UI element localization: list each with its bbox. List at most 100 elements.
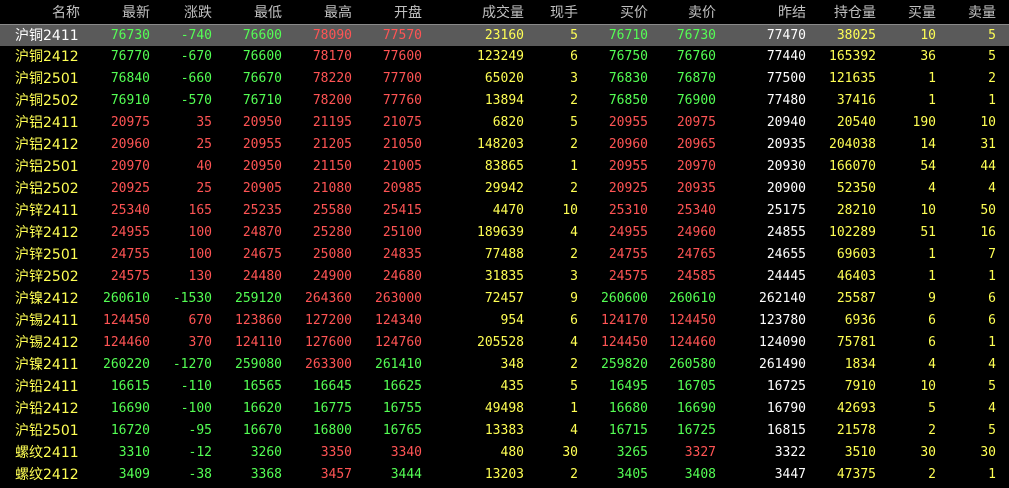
cell-name: 螺纹2411 [15, 445, 79, 461]
cell-bid-volume: 10 [920, 379, 936, 394]
table-row[interactable]: 沪铜2411 76730 -740 76600 78090 77570 23160 5 7671… [0, 24, 1009, 46]
col-header-open-interest[interactable]: 持仓量 [806, 3, 876, 25]
cell-last: 16720 [110, 423, 150, 438]
cell-open-interest: 28210 [836, 203, 876, 218]
cell-change: -660 [180, 71, 212, 86]
col-header-current-lot[interactable]: 现手 [524, 3, 578, 25]
table-row[interactable]: 沪铝2411 20975 35 20950 21195 21075 6820 5 20955 20… [0, 112, 1009, 134]
cell-name: 沪铅2501 [15, 423, 79, 439]
table-row[interactable]: 沪铅2501 16720 -95 16670 16800 16765 13383 4 16715… [0, 420, 1009, 442]
table-row[interactable]: 沪镍2411 260220 -1270 259080 263300 261410 348 2 2… [0, 354, 1009, 376]
cell-bid: 76710 [608, 28, 648, 43]
cell-ask: 3408 [684, 467, 716, 482]
cell-name: 沪铝2412 [15, 137, 79, 153]
cell-low: 3368 [250, 467, 282, 482]
cell-prev-settle: 124090 [759, 335, 806, 350]
cell-volume: 4470 [492, 203, 524, 218]
cell-change: -1270 [172, 357, 212, 372]
cell-ask-volume: 5 [988, 379, 996, 394]
cell-volume: 480 [500, 445, 524, 460]
col-header-change[interactable]: 涨跌 [150, 3, 212, 25]
cell-bid: 20960 [608, 137, 648, 152]
cell-volume: 954 [500, 313, 524, 328]
cell-bid: 3405 [616, 467, 648, 482]
table-row[interactable]: 沪镍2412 260610 -1530 259120 264360 263000 72457… [0, 288, 1009, 310]
col-header-volume[interactable]: 成交量 [422, 3, 524, 25]
cell-high: 78090 [312, 28, 352, 43]
cell-open-interest: 204038 [829, 137, 876, 152]
cell-prev-settle: 16815 [766, 423, 806, 438]
table-row[interactable]: 沪锌2502 24575 130 24480 24900 24680 31835 3 24575… [0, 266, 1009, 288]
cell-volume: 31835 [484, 269, 524, 284]
cell-open-interest: 52350 [836, 181, 876, 196]
cell-volume: 13383 [484, 423, 524, 438]
cell-ask-volume: 5 [988, 28, 996, 43]
cell-bid: 25310 [608, 203, 648, 218]
cell-ask: 124460 [669, 335, 716, 350]
cell-last: 76910 [110, 93, 150, 108]
cell-ask: 16690 [676, 401, 716, 416]
cell-open: 3340 [390, 445, 422, 460]
cell-high: 3350 [320, 445, 352, 460]
cell-high: 25280 [312, 225, 352, 240]
col-header-ask[interactable]: 卖价 [648, 3, 716, 25]
cell-bid: 24755 [608, 247, 648, 262]
cell-bid: 259820 [601, 357, 648, 372]
table-row[interactable]: 沪锡2412 124460 370 124110 127600 124760 205528 4… [0, 332, 1009, 354]
table-row[interactable]: 沪铅2411 16615 -110 16565 16645 16625 435 5 16495 1… [0, 376, 1009, 398]
cell-last: 20925 [110, 181, 150, 196]
col-header-last[interactable]: 最新 [80, 3, 150, 25]
col-header-ask-volume[interactable]: 卖量 [936, 3, 996, 25]
table-row[interactable]: 沪铜2501 76840 -660 76670 78220 77700 65020 3 7683… [0, 68, 1009, 90]
table-row[interactable]: 沪铝2502 20925 25 20905 21080 20985 29942 2 20925 2… [0, 178, 1009, 200]
cell-bid: 3265 [616, 445, 648, 460]
cell-bid-volume: 30 [920, 445, 936, 460]
col-header-open[interactable]: 开盘 [352, 3, 422, 25]
col-header-name[interactable]: 名称 [0, 3, 80, 25]
cell-ask: 76760 [676, 49, 716, 64]
cell-ask-volume: 16 [980, 225, 996, 240]
cell-ask: 24960 [676, 225, 716, 240]
cell-bid-volume: 1 [928, 247, 936, 262]
cell-open-interest: 25587 [836, 291, 876, 306]
cell-current-lot: 4 [570, 225, 578, 240]
col-header-bid[interactable]: 买价 [578, 3, 648, 25]
table-row[interactable]: 沪锌2412 24955 100 24870 25280 25100 189639 4 2495… [0, 222, 1009, 244]
cell-current-lot: 2 [570, 467, 578, 482]
table-row[interactable]: 沪铝2501 20970 40 20950 21150 21005 83865 1 20955 2… [0, 156, 1009, 178]
cell-last: 3310 [118, 445, 150, 460]
col-header-low[interactable]: 最低 [212, 3, 282, 25]
table-row[interactable]: 沪铜2412 76770 -670 76600 78170 77600 123249 6 767… [0, 46, 1009, 68]
cell-open-interest: 42693 [836, 401, 876, 416]
cell-current-lot: 6 [570, 313, 578, 328]
cell-change: -95 [188, 423, 212, 438]
cell-open-interest: 6936 [844, 313, 876, 328]
cell-volume: 205528 [477, 335, 524, 350]
cell-volume: 29942 [484, 181, 524, 196]
table-row[interactable]: 沪铅2412 16690 -100 16620 16775 16755 49498 1 1668… [0, 398, 1009, 420]
table-row[interactable]: 沪铝2412 20960 25 20955 21205 21050 148203 2 20960… [0, 134, 1009, 156]
cell-high: 21080 [312, 181, 352, 196]
table-row[interactable]: 沪铜2502 76910 -570 76710 78200 77760 13894 2 7685… [0, 90, 1009, 112]
cell-current-lot: 9 [570, 291, 578, 306]
table-row[interactable]: 螺纹2411 3310 -12 3260 3350 3340 480 30 3265 3327 33… [0, 442, 1009, 464]
cell-last: 20970 [110, 159, 150, 174]
cell-ask-volume: 4 [988, 357, 996, 372]
cell-change: -570 [180, 93, 212, 108]
cell-ask-volume: 50 [980, 203, 996, 218]
col-header-bid-volume[interactable]: 买量 [876, 3, 936, 25]
cell-change: 35 [196, 115, 212, 130]
cell-prev-settle: 20900 [766, 181, 806, 196]
cell-ask-volume: 2 [988, 71, 996, 86]
cell-ask-volume: 1 [988, 467, 996, 482]
table-row[interactable]: 沪锌2501 24755 100 24675 25080 24835 77488 2 24755… [0, 244, 1009, 266]
cell-volume: 348 [500, 357, 524, 372]
cell-ask: 76870 [676, 71, 716, 86]
table-row[interactable]: 沪锡2411 124450 670 123860 127200 124340 954 6 124… [0, 310, 1009, 332]
table-row[interactable]: 螺纹2412 3409 -38 3368 3457 3444 13203 2 3405 3408 3… [0, 464, 1009, 486]
cell-ask: 25340 [676, 203, 716, 218]
col-header-prev-settle[interactable]: 昨结 [716, 3, 806, 25]
cell-last: 24955 [110, 225, 150, 240]
col-header-high[interactable]: 最高 [282, 3, 352, 25]
table-row[interactable]: 沪锌2411 25340 165 25235 25580 25415 4470 10 25310… [0, 200, 1009, 222]
